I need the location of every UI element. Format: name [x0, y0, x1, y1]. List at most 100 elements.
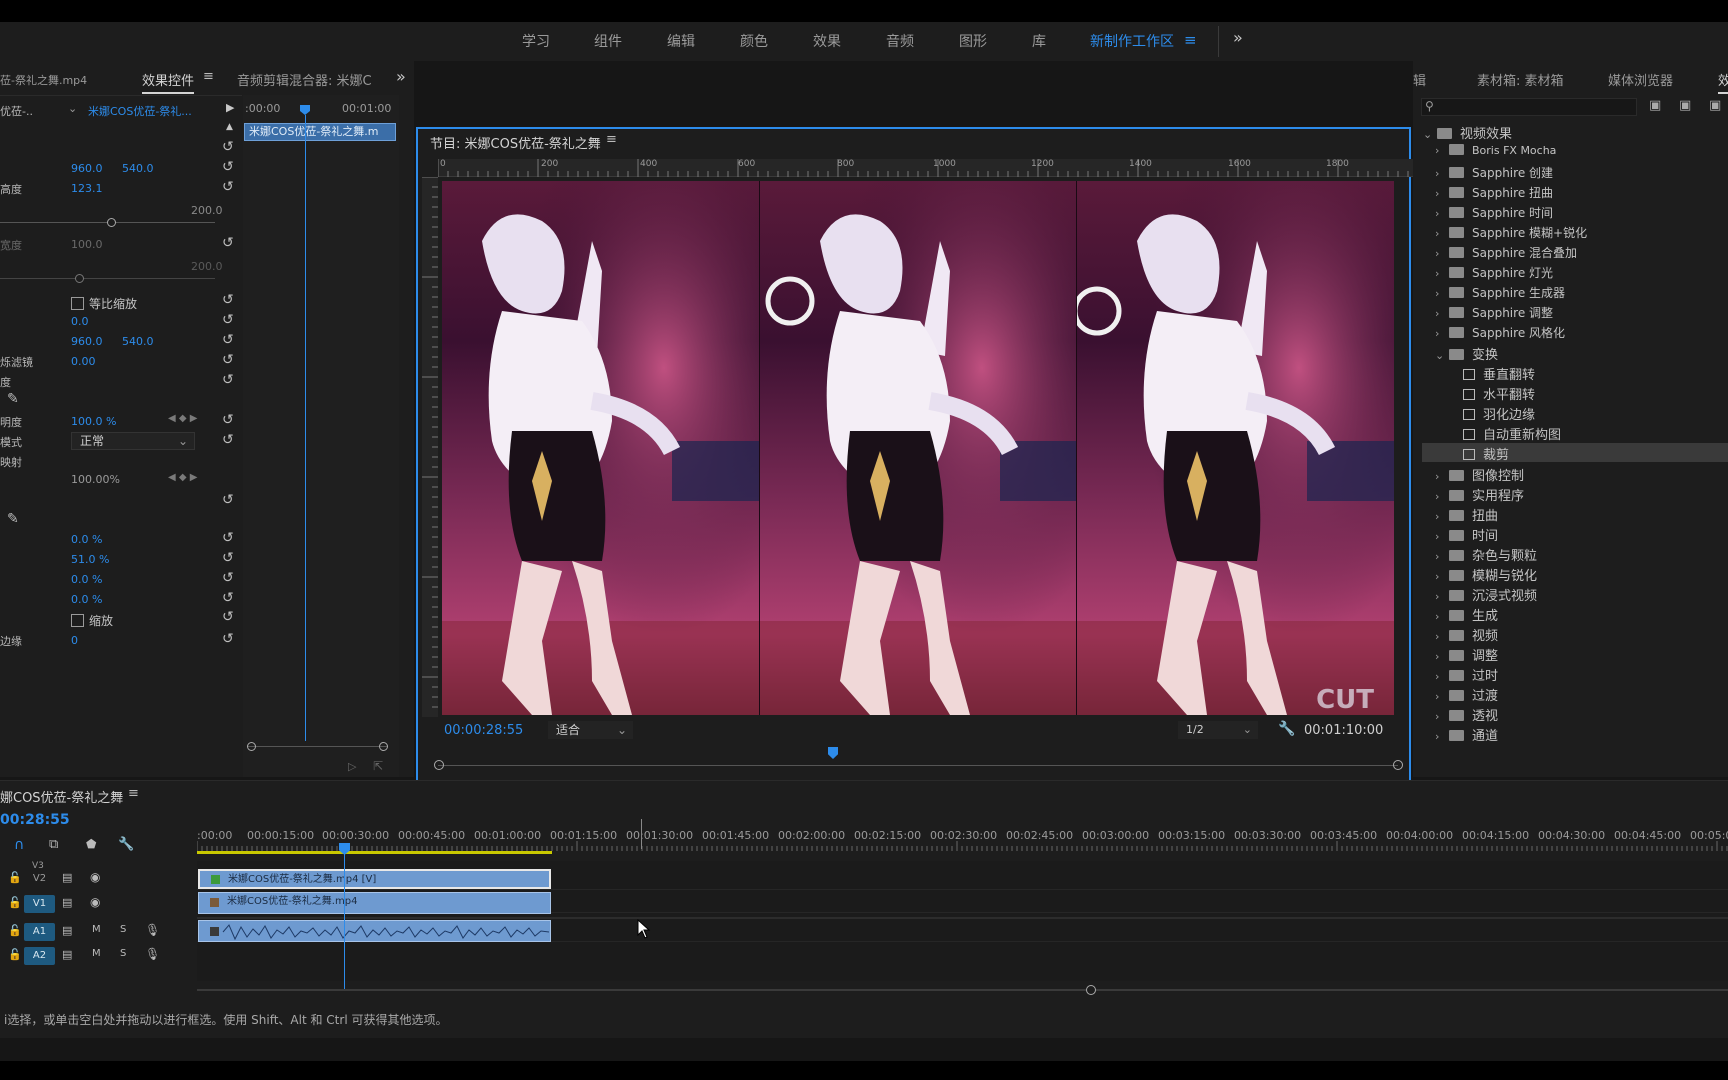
keyframe-nav-icon[interactable]: ◀ ◆ ▶	[168, 472, 197, 483]
reset-icon[interactable]: ↺	[222, 610, 236, 624]
tree-folder[interactable]: › 透视	[1435, 705, 1498, 724]
sync-lock-icon[interactable]: ▤	[62, 896, 72, 909]
track-target-v2[interactable]: V2	[24, 870, 55, 888]
tree-folder[interactable]: › 图像控制	[1435, 465, 1524, 484]
lock-icon[interactable]: 🔓	[8, 924, 22, 937]
reset-icon[interactable]: ↺	[222, 236, 236, 250]
tree-effect-horizontal-flip[interactable]: 水平翻转	[1463, 384, 1535, 403]
crop-left-value[interactable]: 0.0 %	[71, 533, 102, 546]
mini-clip[interactable]: 米娜COS优莅-祭礼之舞.m	[244, 123, 396, 141]
pen-icon[interactable]: ✎	[7, 391, 19, 407]
tree-folder[interactable]: › Sapphire 调整	[1435, 304, 1553, 321]
tab-audio-clip-mixer[interactable]: 音频剪辑混合器: 米娜C	[237, 70, 372, 89]
reset-icon[interactable]: ↺	[222, 373, 236, 387]
reset-icon[interactable]: ↺	[222, 160, 236, 174]
work-area-bar[interactable]	[197, 851, 552, 854]
timeline-scrollbar[interactable]	[197, 989, 1728, 991]
playhead-handle[interactable]	[828, 747, 838, 759]
scroll-handle[interactable]	[247, 742, 256, 751]
tree-folder[interactable]: › Sapphire 混合叠加	[1435, 244, 1577, 261]
tree-effect-vertical-flip[interactable]: 垂直翻转	[1463, 364, 1535, 383]
scale-slider-handle[interactable]	[107, 218, 116, 227]
snap-icon[interactable]: ∩	[14, 837, 24, 853]
tree-effect-edge-feather[interactable]: 羽化边缘	[1463, 404, 1535, 423]
reset-icon[interactable]: ↺	[222, 591, 236, 605]
track-target-a1[interactable]: A1	[24, 923, 55, 941]
tree-folder[interactable]: › 调整	[1435, 645, 1498, 664]
tree-folder[interactable]: › 生成	[1435, 605, 1498, 624]
mute-button[interactable]: M	[92, 948, 101, 959]
tree-folder[interactable]: › Sapphire 扭曲	[1435, 184, 1553, 201]
rotation-value[interactable]: 0.0	[71, 315, 89, 328]
blend-mode-select[interactable]: 正常 ⌄	[71, 432, 195, 450]
checkbox-icon[interactable]	[71, 297, 84, 310]
sync-lock-icon[interactable]: ▤	[62, 871, 72, 884]
clip-selector[interactable]: 米娜COS优莅-祭礼...	[88, 103, 192, 119]
filter-icon[interactable]: ▷	[348, 760, 356, 773]
tree-folder-video-effects[interactable]: ⌄ 视频效果	[1423, 123, 1512, 142]
eye-icon[interactable]: ◉	[90, 895, 100, 909]
tree-folder[interactable]: › 扭曲	[1435, 505, 1498, 524]
workspace-tab-color[interactable]: 颜色	[740, 31, 768, 51]
tree-folder[interactable]: › Sapphire 风格化	[1435, 324, 1565, 341]
32bit-effects-icon[interactable]: ▣	[1679, 98, 1691, 113]
playhead-handle[interactable]	[300, 105, 310, 115]
uniform-scale-checkbox[interactable]: 等比缩放	[71, 295, 137, 312]
tree-effect-crop[interactable]: 裁剪	[1463, 444, 1509, 463]
workspace-tab-learn[interactable]: 学习	[522, 31, 550, 51]
tree-folder[interactable]: › Sapphire 创建	[1435, 164, 1553, 181]
scroll-handle[interactable]	[1086, 985, 1096, 995]
scroll-handle[interactable]	[379, 742, 388, 751]
clip-v1[interactable]: 米娜COS优莅-祭礼之舞.mp4	[198, 892, 551, 914]
crop-right-value[interactable]: 0.0 %	[71, 573, 102, 586]
fit-select[interactable]: 适合 ⌄	[548, 721, 633, 739]
wrench-icon[interactable]: 🔧	[118, 837, 134, 852]
linked-selection-icon[interactable]: ⧉	[49, 837, 58, 852]
yuv-effects-icon[interactable]: ▣	[1709, 98, 1721, 113]
accelerated-effects-icon[interactable]: ▣	[1649, 98, 1661, 113]
clip-a1[interactable]	[198, 920, 551, 942]
tree-folder[interactable]: › 过渡	[1435, 685, 1498, 704]
reset-icon[interactable]: ↺	[222, 632, 236, 646]
reset-icon[interactable]: ↺	[222, 551, 236, 565]
workspace-tab-effects[interactable]: 效果	[813, 31, 841, 51]
anchor-y[interactable]: 540.0	[122, 335, 154, 348]
workspace-tab-libraries[interactable]: 库	[1032, 31, 1046, 51]
clip-v2[interactable]: 米娜COS优莅-祭礼之舞.mp4 [V]	[198, 869, 551, 889]
scrub-out-handle[interactable]	[1393, 760, 1403, 770]
scrub-in-handle[interactable]	[434, 760, 444, 770]
zoom-checkbox[interactable]: 缩放	[71, 612, 113, 629]
tab-captions[interactable]: 辑	[1413, 70, 1426, 89]
export-icon[interactable]: ⇱	[373, 759, 383, 773]
sync-lock-icon[interactable]: ▤	[62, 924, 72, 937]
checkbox-icon[interactable]	[71, 614, 84, 627]
reset-icon[interactable]: ↺	[222, 493, 236, 507]
track-target-v1[interactable]: V1	[24, 895, 55, 913]
pen-icon[interactable]: ✎	[7, 511, 19, 527]
tab-effects[interactable]: 效	[1718, 70, 1728, 94]
video-frame[interactable]: CUT	[442, 181, 1394, 715]
tree-folder[interactable]: › 模糊与锐化	[1435, 565, 1537, 584]
tree-folder[interactable]: › 沉浸式视频	[1435, 585, 1537, 604]
reset-icon[interactable]: ↺	[222, 433, 236, 447]
lock-icon[interactable]: 🔓	[8, 871, 22, 884]
chevron-down-icon[interactable]: ⌄	[68, 102, 77, 115]
edge-feather-value[interactable]: 0	[71, 634, 78, 647]
wrench-icon[interactable]: 🔧	[1278, 721, 1295, 737]
tab-media-browser[interactable]: 媒体浏览器	[1608, 70, 1673, 89]
antiflicker-value[interactable]: 0.00	[71, 355, 96, 368]
crop-bottom-value[interactable]: 0.0 %	[71, 593, 102, 606]
tree-folder[interactable]: › Sapphire 时间	[1435, 204, 1553, 221]
reset-icon[interactable]: ↺	[222, 413, 236, 427]
tree-folder[interactable]: › 实用程序	[1435, 485, 1524, 504]
speed-value[interactable]: 100.00%	[71, 473, 120, 486]
reset-icon[interactable]: ↺	[222, 353, 236, 367]
tree-folder[interactable]: › Sapphire 模糊+锐化	[1435, 224, 1587, 241]
reset-icon[interactable]: ↺	[222, 140, 236, 154]
play-icon[interactable]: ▶	[226, 101, 234, 114]
anchor-x[interactable]: 960.0	[71, 335, 103, 348]
opacity-value[interactable]: 100.0 %	[71, 415, 116, 428]
overflow-icon[interactable]: »	[1233, 28, 1243, 47]
scrub-bar[interactable]	[438, 765, 1398, 766]
tree-folder[interactable]: › 时间	[1435, 525, 1498, 544]
